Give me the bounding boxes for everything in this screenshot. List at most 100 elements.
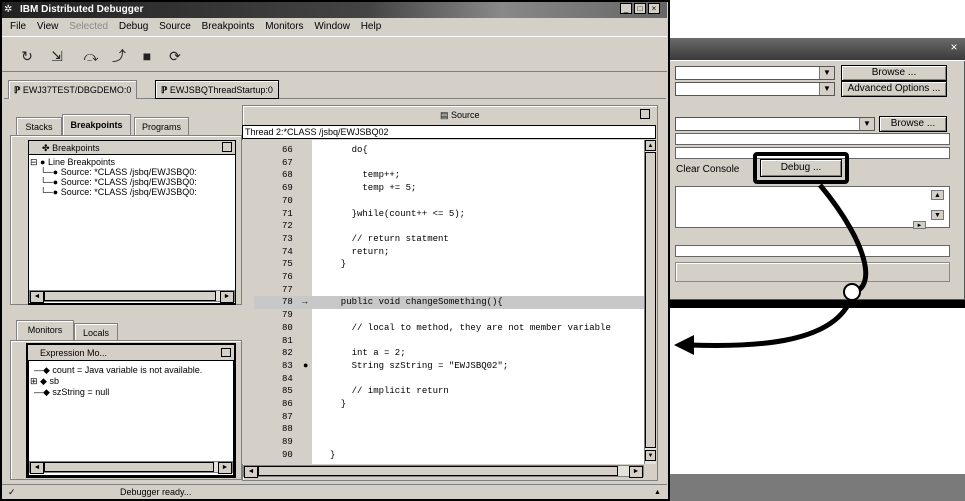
scroll-thumb[interactable] [258,466,618,476]
scroll-left-icon[interactable]: ◄ [30,462,44,474]
tab-programs[interactable]: Programs [134,117,189,135]
maximize-pane-icon[interactable] [222,142,232,152]
breakpoint-item[interactable]: └─● Source: *CLASS /jsbq/EWJSBQ0: [40,167,234,177]
source-line[interactable]: 72 [254,220,654,233]
scroll-right-icon[interactable]: ► [629,466,643,478]
scroll-right-icon[interactable]: ► [220,291,234,303]
source-line[interactable]: 77 [254,284,654,297]
source-line[interactable]: 67 [254,157,654,170]
tree-group-line-breakpoints[interactable]: ⊟ ● Line Breakpoints [30,157,115,167]
tab-program-2[interactable]: ℙ EWJSBQThreadStartup:0 [155,80,279,99]
scroll-left-icon[interactable]: ◄ [244,466,258,478]
browse-button-2[interactable]: Browse ... [879,116,947,132]
status-scroll-icon[interactable]: ▲ [654,485,661,500]
breakpoints-header-label: Breakpoints [52,143,100,153]
source-line[interactable]: 80 // local to method, they are not memb… [254,322,654,335]
source-line[interactable]: 68 temp++; [254,169,654,182]
scroll-right-icon[interactable]: ► [913,221,926,229]
monitor-item-label: count = Java variable is not available. [52,365,203,375]
dialog-combo-2[interactable]: ▼ [675,82,835,96]
monitor-item-sb[interactable]: ⊞ ◆ sb [30,376,59,386]
source-line[interactable]: 70 [254,195,654,208]
dialog-close-icon[interactable]: × [947,40,961,54]
source-line[interactable]: 73 // return statment [254,233,654,246]
maximize-pane-icon[interactable] [640,109,650,119]
line-number: 82 [282,348,293,359]
source-line[interactable]: 83 String szString = "EWJSBQ02"; ● [254,360,654,373]
monitors-hscrollbar[interactable]: ◄ ► [29,461,233,474]
scroll-up-icon[interactable]: ▲ [645,140,656,151]
source-line[interactable]: 85 // implicit return [254,385,654,398]
line-number: 72 [282,221,293,232]
source-line[interactable]: 66 do{ [254,144,654,157]
menu-file[interactable]: File [10,19,26,35]
dialog-combo-3[interactable]: ▼ [675,117,875,131]
scroll-down-icon[interactable]: ▼ [645,450,656,461]
stop-icon[interactable]: ■ [136,45,158,67]
source-line[interactable]: 79 [254,309,654,322]
source-line[interactable]: 82 int a = 2; [254,347,654,360]
close-icon[interactable]: × [648,3,660,14]
menu-help[interactable]: Help [361,19,382,35]
scroll-thumb[interactable] [44,291,216,301]
menu-view[interactable]: View [37,19,59,35]
tab-program-1[interactable]: ℙ EWJ37TEST/DBGDEMO:0 [8,80,138,99]
source-line[interactable]: 71 }while(count++ <= 5); [254,208,654,221]
source-line[interactable]: 84 [254,373,654,386]
source-vscrollbar[interactable]: ▲ ▼ [644,140,656,464]
scroll-right-icon[interactable]: ► [218,462,232,474]
menu-breakpoints[interactable]: Breakpoints [202,19,255,35]
breakpoint-item[interactable]: └─● Source: *CLASS /jsbq/EWJSBQ0: [40,187,234,197]
thread-icon: ℙ [14,85,23,95]
source-hscrollbar[interactable]: ◄ ► [243,465,644,478]
source-line[interactable]: 87 [254,411,654,424]
breakpoints-hscrollbar[interactable]: ◄ ► [29,290,235,303]
menu-source[interactable]: Source [159,19,191,35]
monitor-item-szstring[interactable]: —◆ szString = null [34,387,109,397]
dialog-combo-1[interactable]: ▼ [675,66,835,80]
browse-button-1[interactable]: Browse ... [841,65,947,81]
dialog-text-field-1[interactable] [675,133,950,145]
step-over-icon[interactable]: ↻ [16,45,38,67]
source-line[interactable]: 88 [254,423,654,436]
source-line[interactable]: 86 } [254,398,654,411]
scroll-up-icon[interactable]: ▲ [931,190,944,200]
advanced-options-button[interactable]: Advanced Options ... [841,81,947,97]
source-line[interactable]: 89 [254,436,654,449]
source-line[interactable]: 76 [254,271,654,284]
scroll-down-icon[interactable]: ▼ [931,210,944,220]
tab-locals[interactable]: Locals [74,323,118,340]
menu-debug[interactable]: Debug [119,19,148,35]
breakpoint-item[interactable]: └─● Source: *CLASS /jsbq/EWJSBQ0: [40,177,234,187]
step-debug-icon[interactable]: ⤼ [80,45,102,67]
monitor-item-count[interactable]: —◆ count = Java variable is not availabl… [34,365,202,375]
line-number: 74 [282,246,293,257]
maximize-icon[interactable]: □ [634,3,646,14]
source-line[interactable]: 78 public void changeSomething(){→ [254,296,644,310]
scroll-thumb[interactable] [44,462,214,472]
source-line[interactable]: 81 [254,335,654,348]
menu-selected[interactable]: Selected [69,19,108,35]
restart-icon[interactable]: ⟳ [164,45,186,67]
line-number: 76 [282,272,293,282]
minimize-icon[interactable]: _ [620,3,632,14]
menu-monitors[interactable]: Monitors [265,19,303,35]
scroll-thumb[interactable] [645,152,656,448]
tab-breakpoints[interactable]: Breakpoints [62,114,131,135]
scroll-left-icon[interactable]: ◄ [30,291,44,303]
tab-monitors[interactable]: Monitors [16,320,74,340]
menu-window[interactable]: Window [314,19,350,35]
step-return-icon[interactable]: ⤴ [108,45,130,67]
callout-path [818,183,869,296]
tab-stacks[interactable]: Stacks [16,117,62,135]
breakpoint-marker-icon[interactable]: ● [303,360,308,373]
breakpoint-item-label: Source: *CLASS /jsbq/EWJSBQ0: [60,167,197,177]
source-line[interactable]: 69 temp += 5; [254,182,654,195]
source-line[interactable]: 90} [254,449,654,462]
line-number: 73 [282,233,293,244]
source-line[interactable]: 74 return; [254,246,654,259]
maximize-pane-icon[interactable] [221,348,231,357]
source-line[interactable]: 75 } [254,258,654,271]
line-number: 88 [282,424,293,435]
step-into-icon[interactable]: ⇲ [46,45,68,67]
